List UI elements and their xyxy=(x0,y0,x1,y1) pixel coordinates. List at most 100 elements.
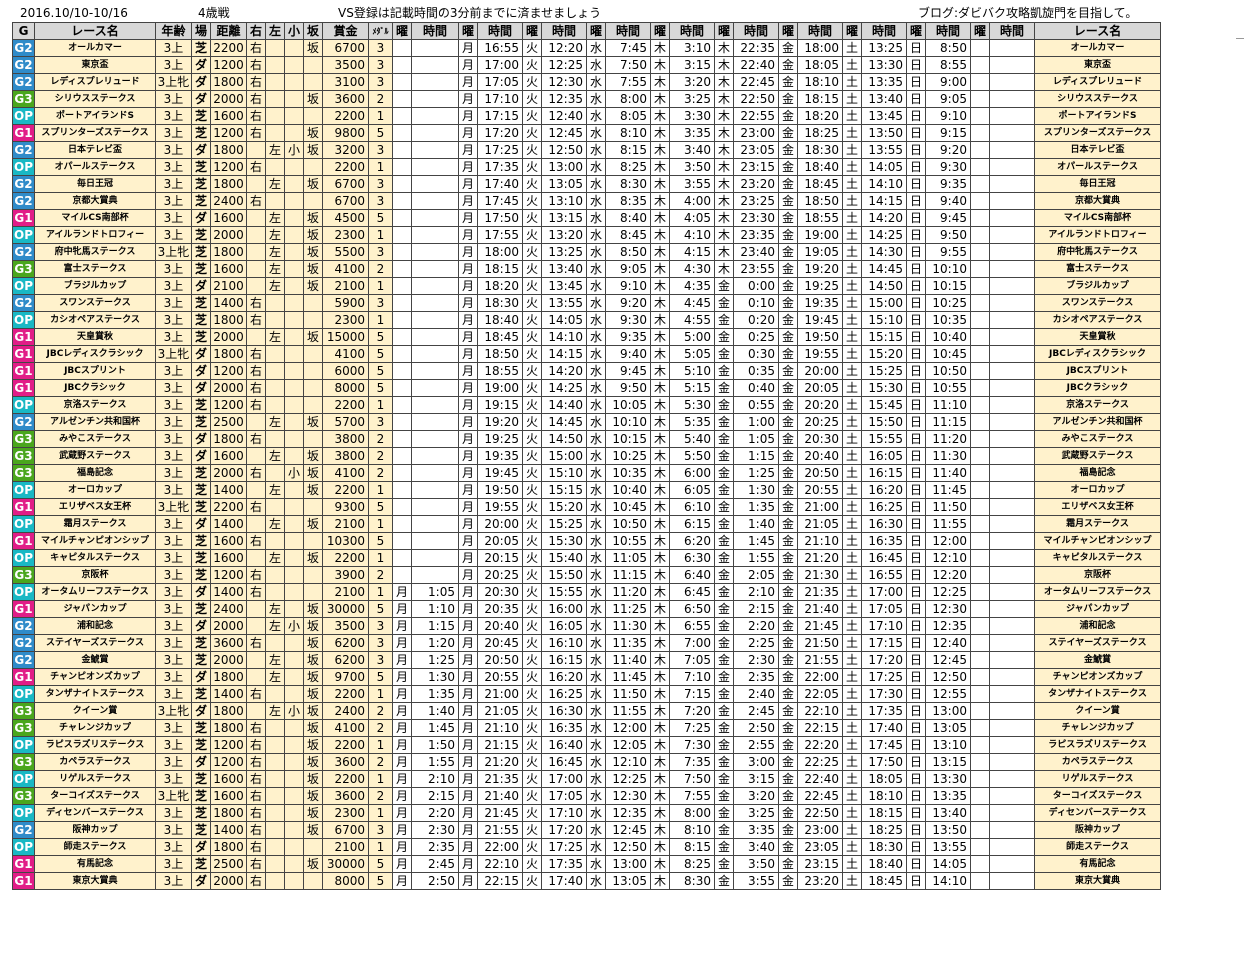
prize-cell: 8000 xyxy=(322,872,369,890)
weekday-cell: 土 xyxy=(842,719,862,737)
time-cell: 22:00 xyxy=(797,668,843,686)
surface-cell: ダ xyxy=(191,515,211,533)
time-cell: 13:25 xyxy=(861,39,907,57)
race-name-cell: キャピタルステークス xyxy=(1034,549,1161,567)
time-cell: 15:40 xyxy=(541,549,587,567)
time-cell: 11:40 xyxy=(925,464,971,482)
course-cell xyxy=(284,345,304,363)
weekday-cell: 木 xyxy=(650,651,670,669)
time-cell: 13:10 xyxy=(925,736,971,754)
course-cell: 右 xyxy=(246,583,266,601)
weekday-cell: 月 xyxy=(458,549,478,567)
time-cell: 20:20 xyxy=(797,396,843,414)
weekday-cell: 水 xyxy=(586,396,606,414)
time-cell xyxy=(989,515,1035,533)
distance-cell: 1800 xyxy=(210,719,247,737)
course-cell: 右 xyxy=(246,39,266,57)
course-cell xyxy=(246,226,266,244)
time-cell: 17:15 xyxy=(477,107,523,125)
weekday-cell: 日 xyxy=(906,90,926,108)
weekday-cell: 月 xyxy=(458,804,478,822)
weekday-cell: 日 xyxy=(906,617,926,635)
weekday-cell: 木 xyxy=(650,311,670,329)
time-cell: 16:30 xyxy=(861,515,907,533)
time-cell: 22:00 xyxy=(477,838,523,856)
weekday-cell: 木 xyxy=(650,617,670,635)
course-cell xyxy=(284,753,304,771)
table-row: OP ラピスラズリステークス 3上芝 1200 右坂 2200 1 月 1:50 月 21:15 火 1… xyxy=(12,736,1161,754)
time-cell: 14:10 xyxy=(861,175,907,193)
course-cell: 右 xyxy=(246,73,266,91)
time-cell: 9:30 xyxy=(925,158,971,176)
weekday-cell: 火 xyxy=(522,73,542,91)
age-cell: 3上 xyxy=(155,226,192,244)
time-cell: 18:25 xyxy=(797,124,843,142)
time-cell: 16:10 xyxy=(541,634,587,652)
time-cell: 21:30 xyxy=(797,566,843,584)
time-cell xyxy=(989,90,1035,108)
weekday-cell: 木 xyxy=(714,107,734,125)
course-cell: 右 xyxy=(246,838,266,856)
column-header: 時間 xyxy=(733,22,779,40)
weekday-cell: 火 xyxy=(522,855,542,873)
course-cell xyxy=(284,855,304,873)
time-cell xyxy=(989,158,1035,176)
weekday-cell xyxy=(970,413,990,431)
weekday-cell: 木 xyxy=(650,209,670,227)
weekday-cell: 月 xyxy=(458,838,478,856)
medal-cell: 1 xyxy=(368,311,393,329)
race-name-cell: オータムリーフステークス xyxy=(1034,583,1161,601)
time-cell: 5:35 xyxy=(669,413,715,431)
weekday-cell: 土 xyxy=(842,39,862,57)
weekday-cell: 金 xyxy=(714,702,734,720)
column-header: 小 xyxy=(284,22,304,40)
race-name-cell: 日本テレビ盃 xyxy=(1034,141,1161,159)
prize-cell: 4100 xyxy=(322,719,369,737)
distance-cell: 1800 xyxy=(210,175,247,193)
prize-cell: 2200 xyxy=(322,549,369,567)
time-cell: 2:45 xyxy=(733,702,779,720)
course-cell xyxy=(284,430,304,448)
table-row: G2 金鯱賞 3上芝 2000 左坂 6200 3 月 1:25 月 20:50 火 16:15 水 11:… xyxy=(12,651,1161,669)
surface-cell: 芝 xyxy=(191,260,211,278)
time-cell: 3:40 xyxy=(669,141,715,159)
time-cell: 12:50 xyxy=(925,668,971,686)
race-name-cell: 霜月ステークス xyxy=(1034,515,1161,533)
course-cell xyxy=(284,328,304,346)
weekday-cell: 金 xyxy=(778,566,798,584)
time-cell xyxy=(989,39,1035,57)
weekday-cell: 月 xyxy=(458,753,478,771)
weekday-cell: 木 xyxy=(650,685,670,703)
weekday-cell xyxy=(970,549,990,567)
weekday-cell: 金 xyxy=(714,600,734,618)
time-cell: 16:20 xyxy=(541,668,587,686)
weekday-cell xyxy=(392,226,412,244)
time-cell: 9:40 xyxy=(605,345,651,363)
time-cell: 7:50 xyxy=(605,56,651,74)
distance-cell: 2200 xyxy=(210,39,247,57)
weekday-cell: 火 xyxy=(522,753,542,771)
table-row: OP オーロカップ 3上芝 1400 左坂 2200 1 月 19:50 火 15:15 水 10:40… xyxy=(12,481,1161,499)
age-cell: 3上 xyxy=(155,855,192,873)
surface-cell: ダ xyxy=(191,56,211,74)
race-name-cell: クイーン賞 xyxy=(34,702,156,720)
time-cell: 22:20 xyxy=(797,736,843,754)
course-cell: 坂 xyxy=(303,209,323,227)
time-cell: 13:30 xyxy=(925,770,971,788)
time-cell: 22:40 xyxy=(797,770,843,788)
weekday-cell: 水 xyxy=(586,804,606,822)
weekday-cell xyxy=(970,481,990,499)
weekday-cell: 月 xyxy=(458,379,478,397)
time-cell xyxy=(411,447,459,465)
medal-cell: 2 xyxy=(368,464,393,482)
course-cell xyxy=(284,532,304,550)
table-row: OP ポートアイランドS 3上芝 1600 右 2200 1 月 17:15 火 12:40 水 8:0… xyxy=(12,107,1161,125)
weekday-cell xyxy=(970,753,990,771)
prize-cell: 2200 xyxy=(322,107,369,125)
weekday-cell: 木 xyxy=(714,209,734,227)
grade-badge: OP xyxy=(12,226,35,244)
weekday-cell: 土 xyxy=(842,736,862,754)
weekday-cell: 金 xyxy=(714,872,734,890)
time-cell xyxy=(411,243,459,261)
grade-badge: G2 xyxy=(12,73,35,91)
